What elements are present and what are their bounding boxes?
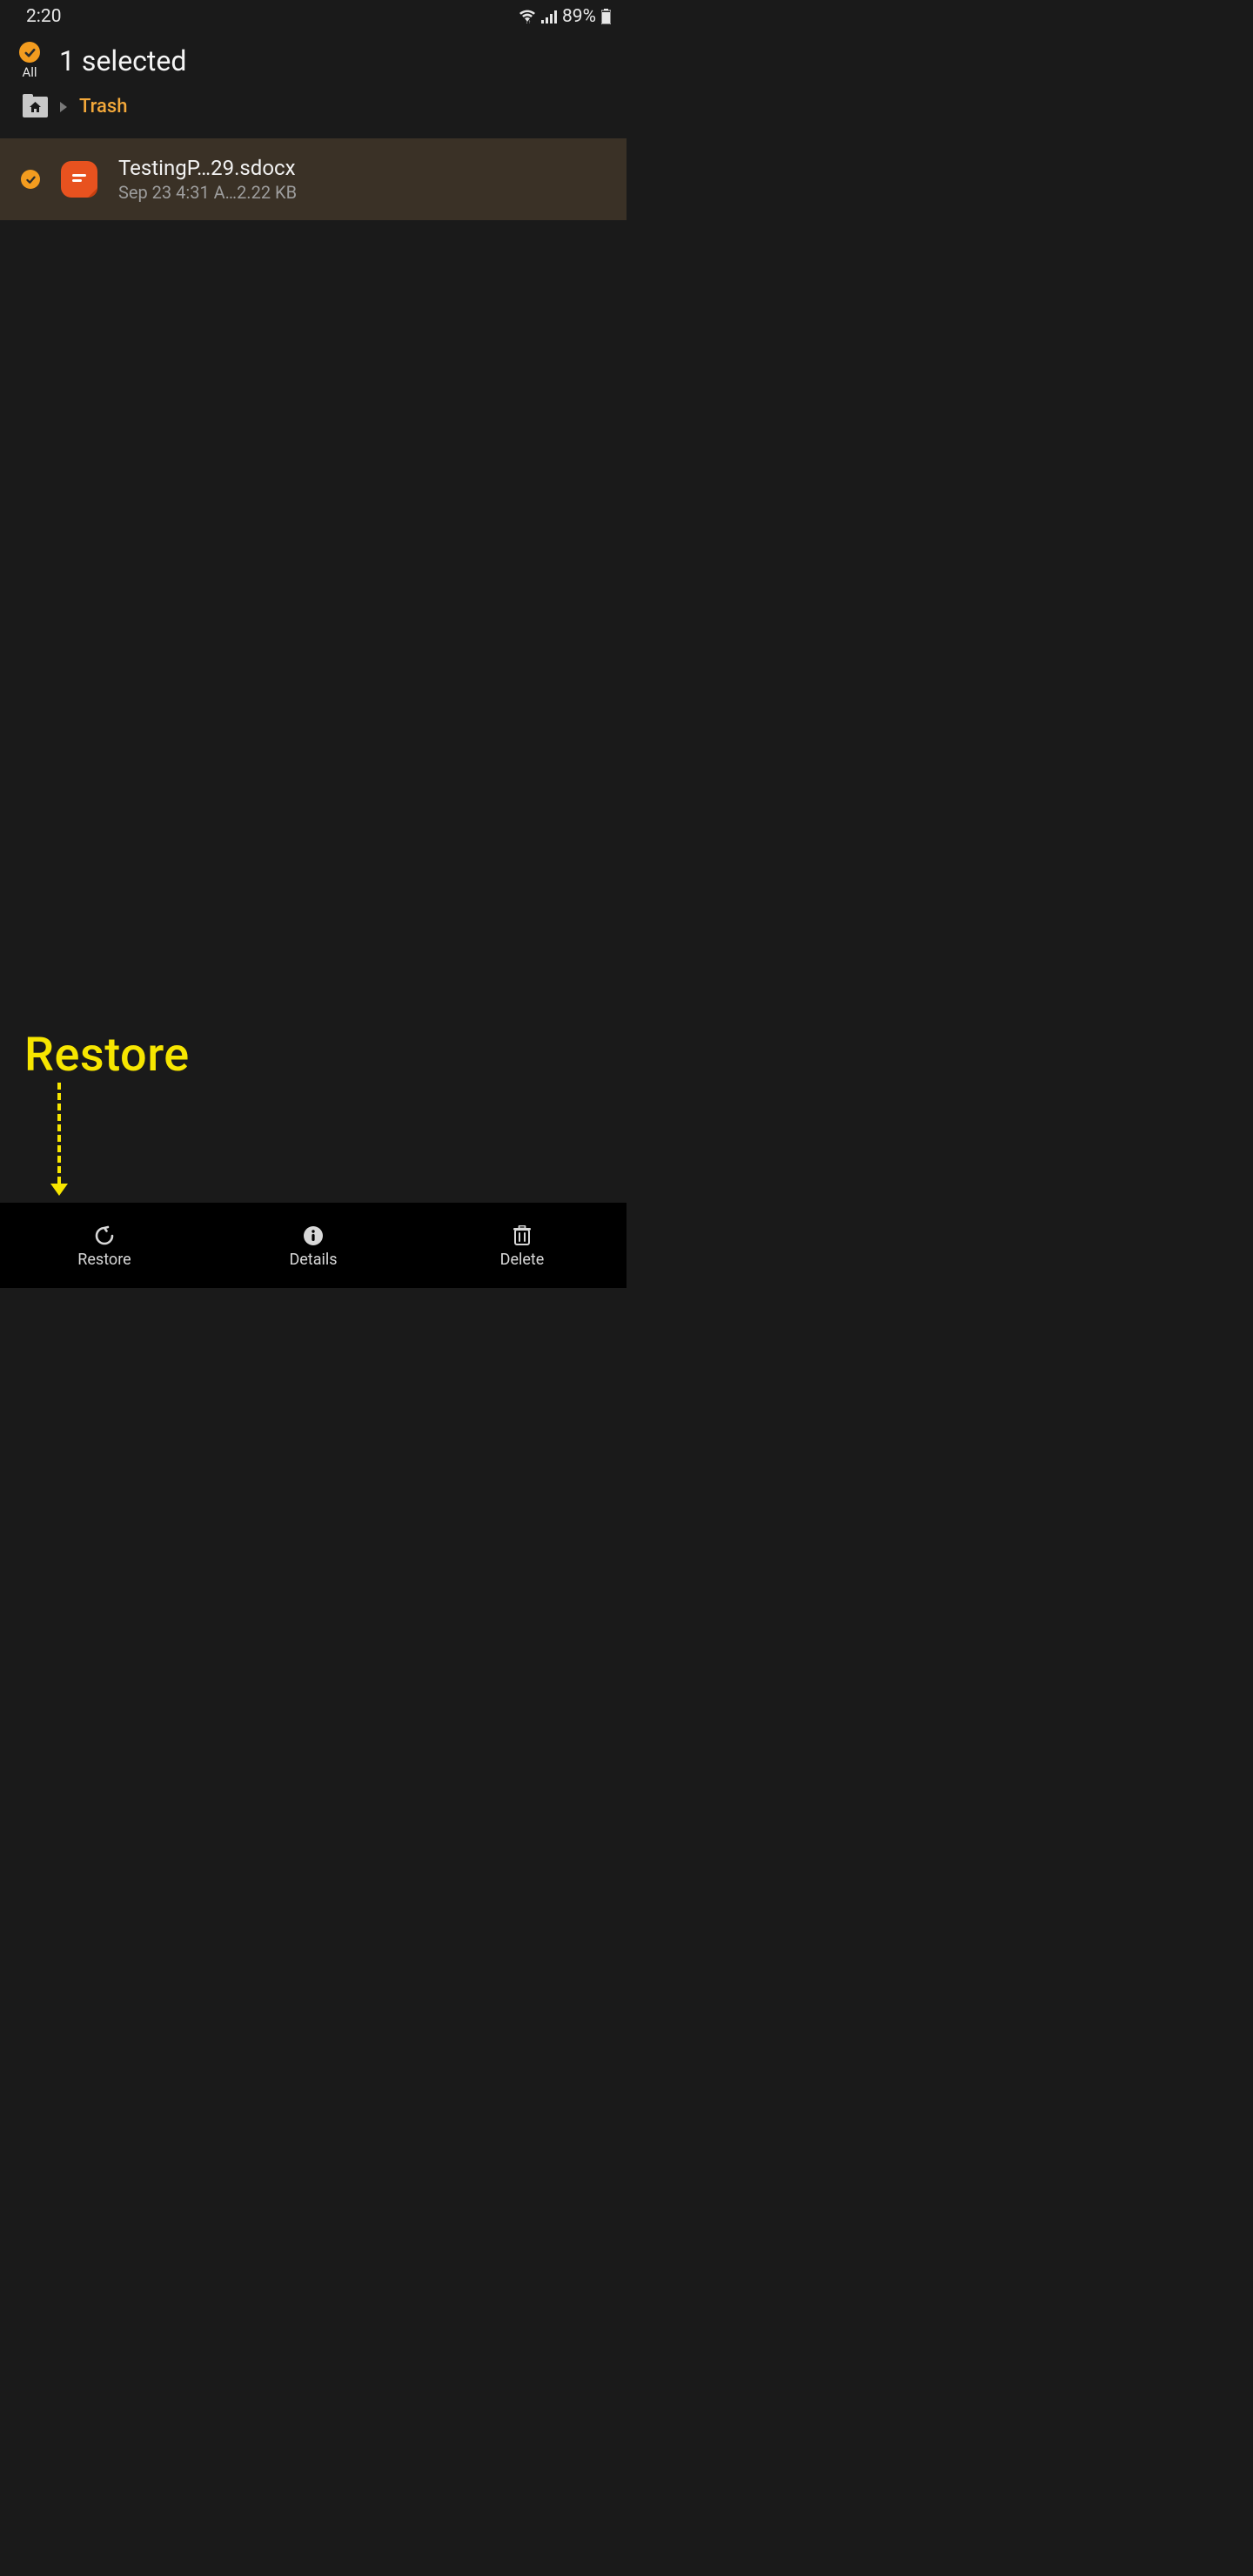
select-all-button[interactable]: All xyxy=(19,42,40,80)
delete-label: Delete xyxy=(500,1251,545,1269)
breadcrumb-home-icon[interactable] xyxy=(23,97,48,117)
status-bar: 2:20 ↓↑ 89% xyxy=(0,0,626,33)
details-label: Details xyxy=(289,1251,337,1269)
content-area: Restore xyxy=(0,220,626,1203)
file-row[interactable]: TestingP…29.sdocx Sep 23 4:31 A…2.22 KB xyxy=(0,138,626,220)
details-button[interactable]: Details xyxy=(261,1224,365,1269)
status-time: 2:20 xyxy=(26,6,62,27)
file-name: TestingP…29.sdocx xyxy=(118,156,609,180)
selection-header: All 1 selected xyxy=(0,33,626,87)
bottom-action-bar: Restore Details Delete xyxy=(0,1203,626,1288)
status-battery-text: 89% xyxy=(562,6,596,27)
breadcrumb-separator-icon xyxy=(60,102,67,112)
delete-button[interactable]: Delete xyxy=(470,1224,574,1269)
file-info: TestingP…29.sdocx Sep 23 4:31 A…2.22 KB xyxy=(118,156,609,203)
document-icon xyxy=(61,161,97,198)
annotation-label: Restore xyxy=(24,1028,190,1083)
breadcrumb-current[interactable]: Trash xyxy=(79,96,127,117)
restore-label: Restore xyxy=(77,1251,131,1269)
selection-count: 1 selected xyxy=(59,44,186,77)
svg-text:↓↑: ↓↑ xyxy=(526,19,531,23)
trash-icon xyxy=(511,1224,533,1247)
restore-icon xyxy=(93,1224,116,1247)
row-checkmark-icon xyxy=(21,170,40,189)
status-right: ↓↑ 89% xyxy=(519,6,611,27)
select-all-checkmark-icon xyxy=(19,42,40,63)
battery-icon xyxy=(601,9,611,24)
signal-icon xyxy=(541,10,557,23)
select-all-label: All xyxy=(22,64,37,80)
info-icon xyxy=(302,1224,325,1247)
breadcrumb: Trash xyxy=(0,87,626,133)
annotation-arrow-icon xyxy=(50,1083,68,1196)
wifi-icon: ↓↑ xyxy=(519,10,536,23)
file-meta: Sep 23 4:31 A…2.22 KB xyxy=(118,182,609,203)
restore-button[interactable]: Restore xyxy=(52,1224,157,1269)
